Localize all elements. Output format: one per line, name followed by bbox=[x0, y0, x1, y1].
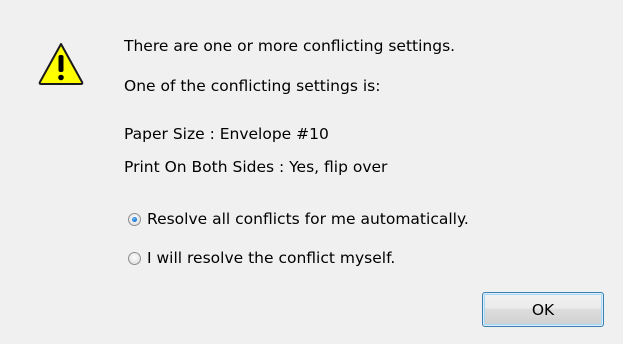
radio-button-checked[interactable] bbox=[128, 212, 141, 226]
setting-paper-size: Paper Size : Envelope #10 bbox=[124, 125, 329, 143]
radio-button-unchecked[interactable] bbox=[128, 251, 141, 265]
radio-label-resolve-manually: I will resolve the conflict myself. bbox=[147, 249, 396, 267]
setting-print-both-sides: Print On Both Sides : Yes, flip over bbox=[124, 158, 388, 176]
radio-label-resolve-automatically: Resolve all conflicts for me automatical… bbox=[147, 210, 469, 228]
radio-resolve-automatically[interactable]: Resolve all conflicts for me automatical… bbox=[128, 208, 469, 230]
message-line-1: There are one or more conflicting settin… bbox=[124, 37, 456, 55]
warning-icon bbox=[38, 43, 84, 85]
message-line-2: One of the conflicting settings is: bbox=[124, 77, 381, 95]
ok-button[interactable]: OK bbox=[482, 292, 604, 327]
radio-resolve-manually[interactable]: I will resolve the conflict myself. bbox=[128, 247, 395, 269]
conflict-dialog: There are one or more conflicting settin… bbox=[0, 0, 623, 344]
